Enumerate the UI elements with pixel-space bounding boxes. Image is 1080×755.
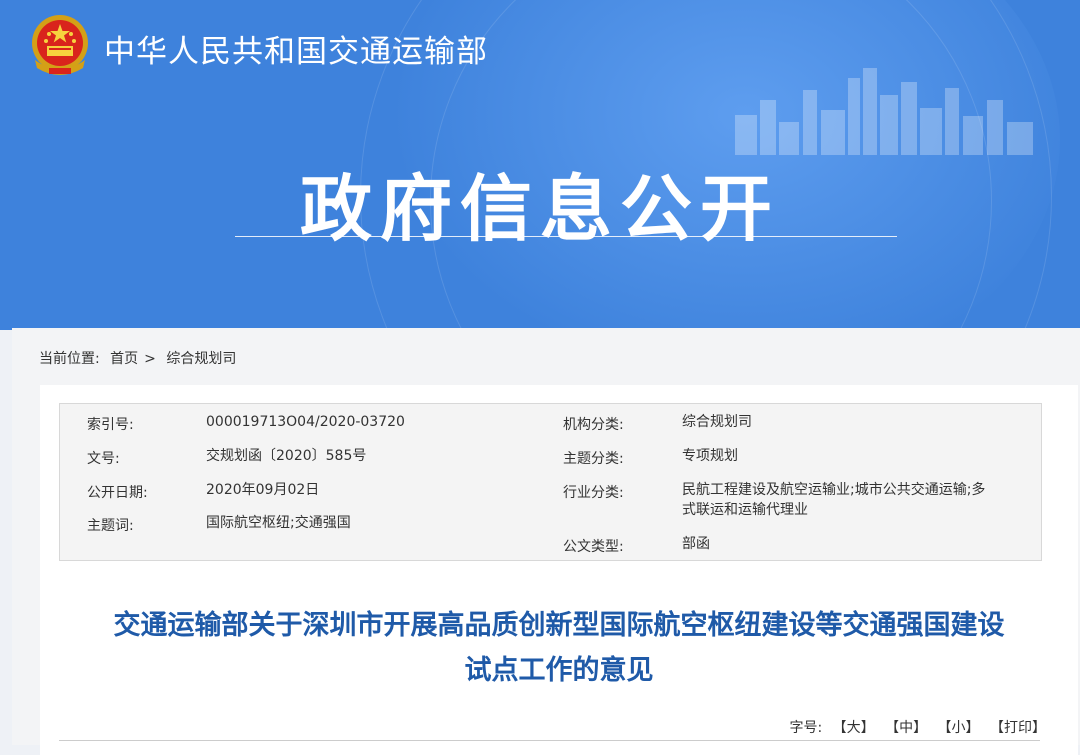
hero-title: 政府信息公开: [299, 167, 780, 251]
font-size-medium-button[interactable]: 【中】: [885, 720, 927, 736]
document-panel: 索引号: 000019713O04/2020-03720 机构分类: 综合规划司…: [40, 385, 1078, 755]
breadcrumb: 当前位置: 首页 > 综合规划司: [39, 348, 242, 368]
document-title: 交通运输部关于深圳市开展高品质创新型国际航空枢纽建设等交通强国建设 试点工作的意…: [40, 603, 1078, 693]
industry-label: 行业分类:: [563, 485, 624, 501]
docno-value: 交规划函〔2020〕585号: [206, 448, 367, 464]
topic-label: 主题分类:: [563, 451, 624, 467]
breadcrumb-home-link[interactable]: 首页: [110, 351, 138, 367]
print-button[interactable]: 【打印】: [990, 720, 1046, 736]
document-title-line2: 试点工作的意见: [464, 655, 654, 686]
content-divider: [59, 740, 1040, 741]
date-value: 2020年09月02日: [206, 482, 320, 498]
index-label: 索引号:: [87, 417, 134, 433]
national-emblem-logo: [32, 15, 88, 75]
city-skyline-image: [735, 68, 1033, 155]
font-size-label: 字号:: [789, 720, 823, 736]
document-metadata-table: 索引号: 000019713O04/2020-03720 机构分类: 综合规划司…: [59, 403, 1042, 561]
font-size-large-button[interactable]: 【大】: [833, 720, 875, 736]
header-banner: 中华人民共和国交通运输部 政府信息公开: [0, 0, 1080, 330]
breadcrumb-current-link[interactable]: 综合规划司: [166, 351, 236, 367]
hero-underline: [235, 236, 897, 237]
docno-label: 文号:: [87, 451, 120, 467]
keyword-label: 主题词:: [87, 518, 134, 534]
org-label: 机构分类:: [563, 417, 624, 433]
keyword-value: 国际航空枢纽;交通强国: [206, 515, 351, 531]
doctype-value: 部函: [682, 536, 710, 552]
breadcrumb-separator: >: [144, 351, 156, 367]
doctype-label: 公文类型:: [563, 539, 624, 555]
document-title-line1: 交通运输部关于深圳市开展高品质创新型国际航空枢纽建设等交通强国建设: [113, 610, 1005, 641]
org-value: 综合规划司: [682, 414, 752, 430]
industry-value-line1: 民航工程建设及航空运输业;城市公共交通运输;多: [682, 482, 986, 498]
site-title[interactable]: 中华人民共和国交通运输部: [104, 26, 488, 71]
index-value: 000019713O04/2020-03720: [206, 414, 405, 430]
font-size-small-button[interactable]: 【小】: [938, 720, 980, 736]
content-area: 当前位置: 首页 > 综合规划司 索引号: 000019713O04/2020-0…: [12, 328, 1080, 755]
date-label: 公开日期:: [87, 485, 148, 501]
font-size-controls: 字号: 【大】 【中】 【小】 【打印】: [789, 717, 1046, 737]
industry-value-line2: 式联运和运输代理业: [682, 502, 808, 518]
topic-value: 专项规划: [682, 448, 738, 464]
breadcrumb-prefix: 当前位置:: [39, 351, 100, 367]
